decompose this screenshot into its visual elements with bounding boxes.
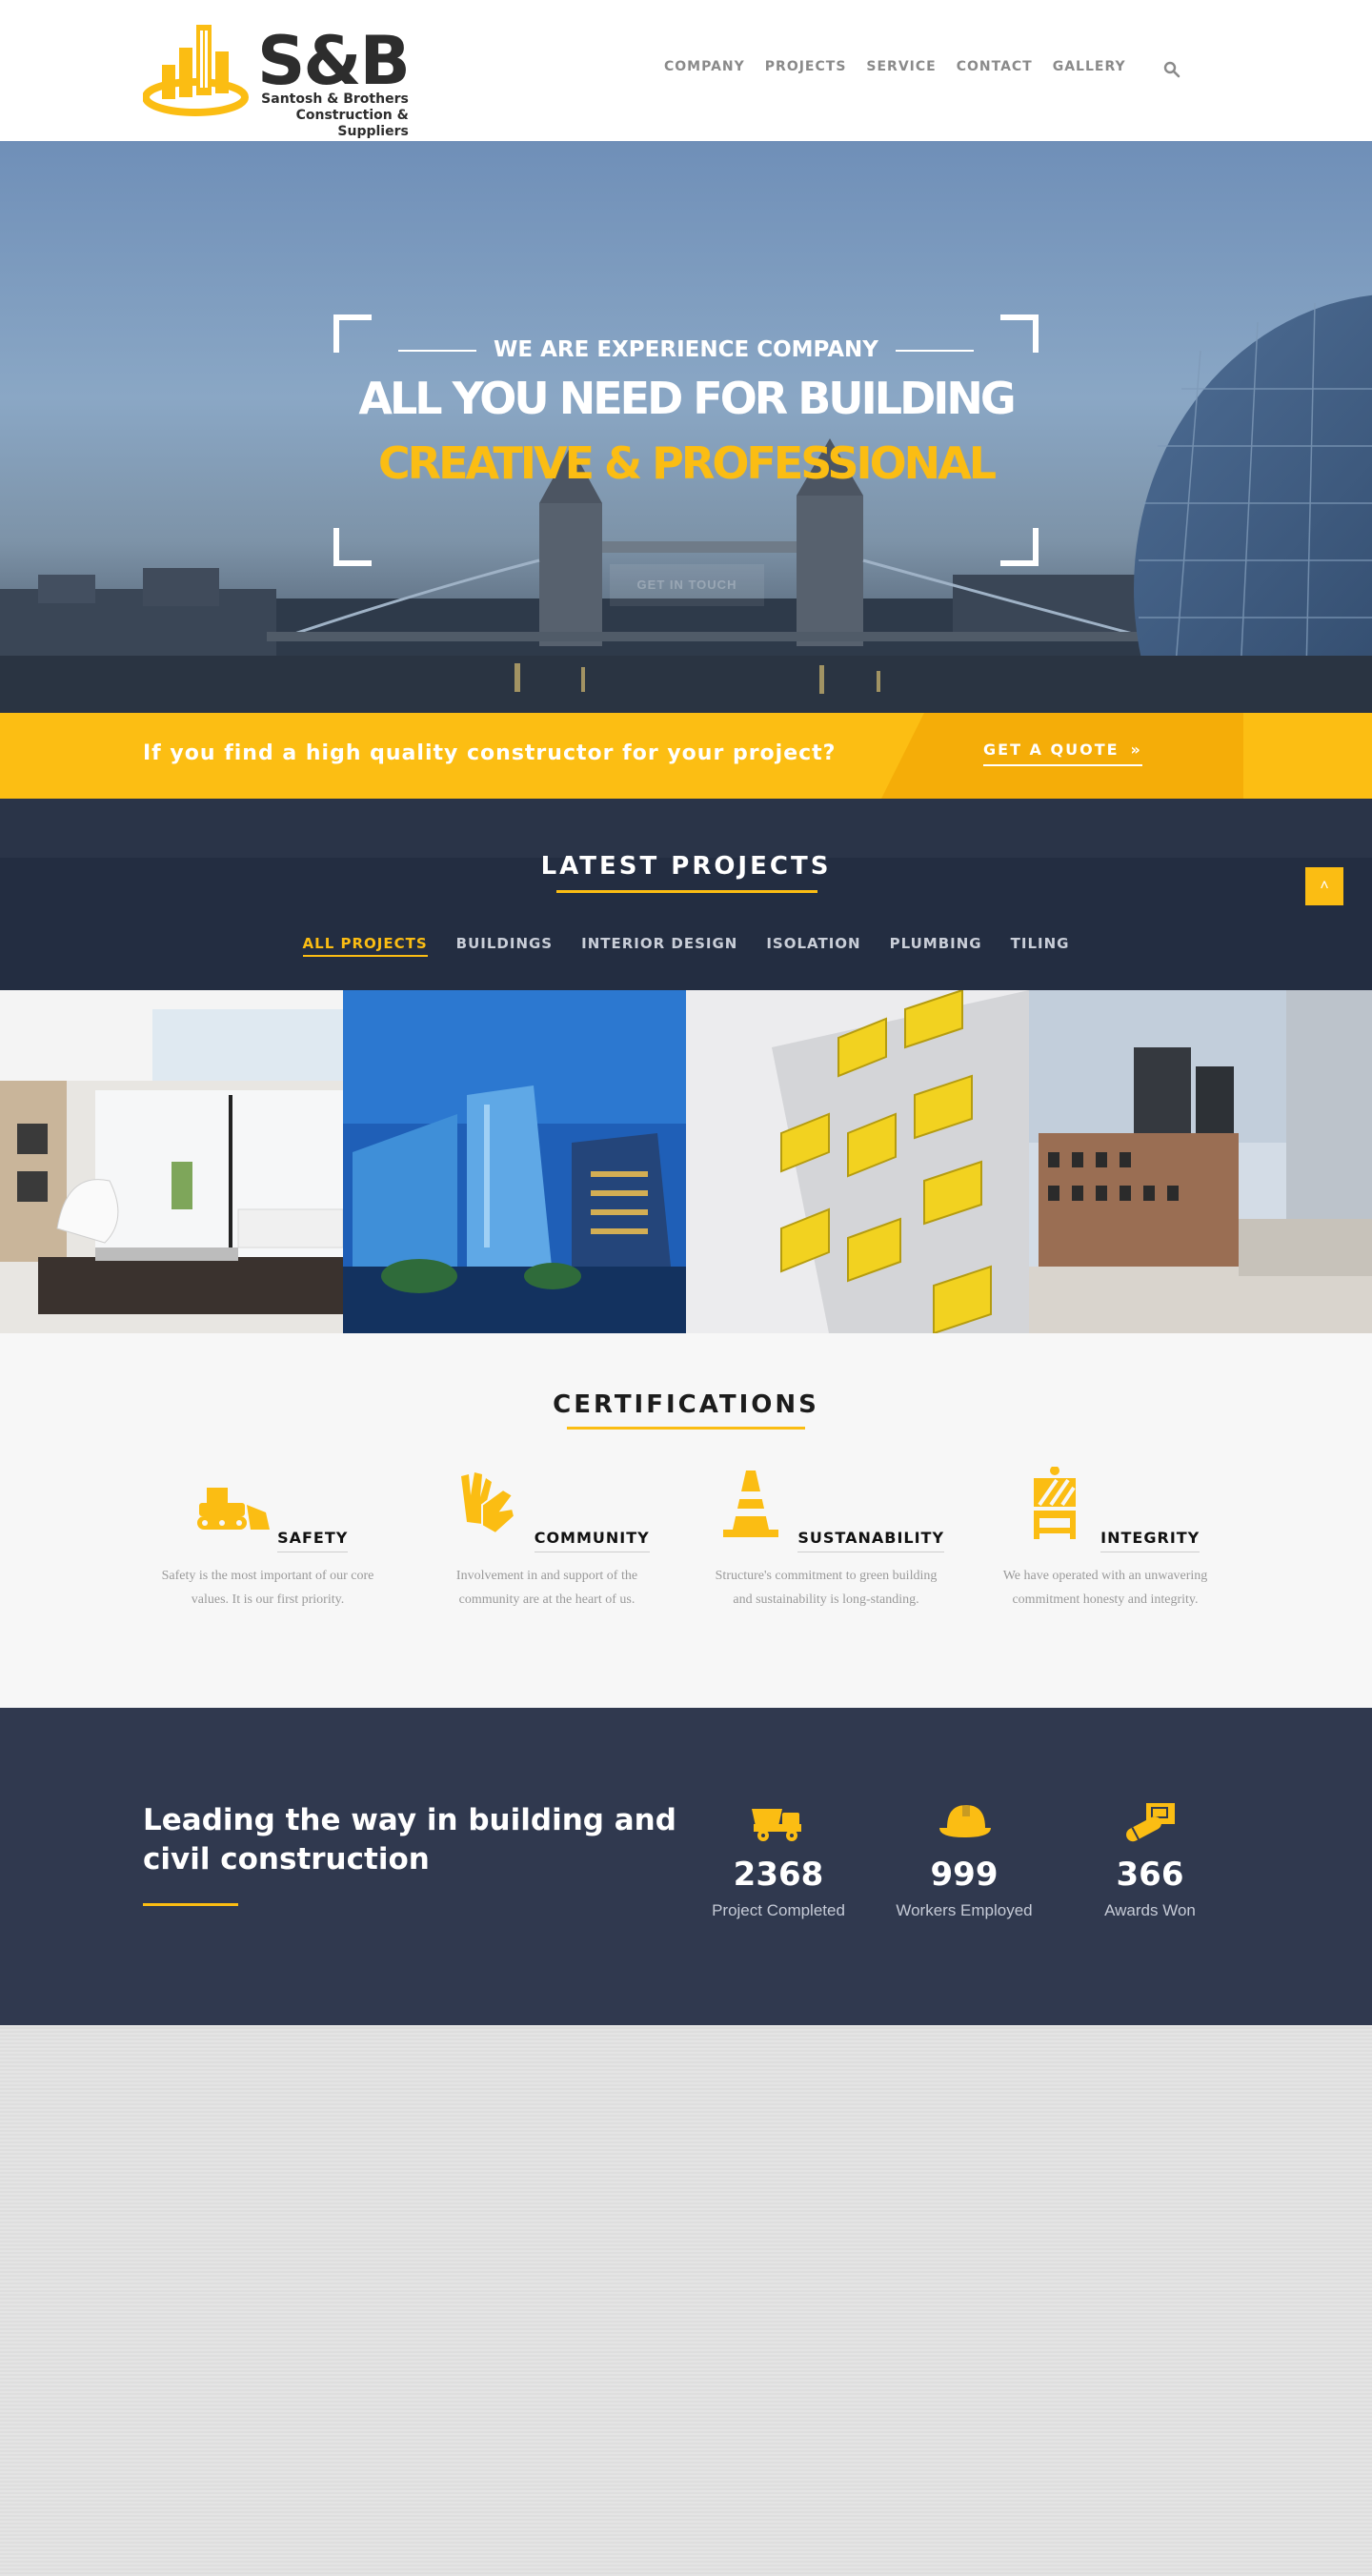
cert-community: COMMUNITY Involvement in and support of …: [418, 1467, 676, 1612]
frame-corner-br: [1000, 528, 1039, 566]
hero-subtitle: CREATIVE & PROFESSIONAL: [377, 437, 997, 489]
stat-awards-value: 366: [1116, 1856, 1184, 1894]
cert-integrity-name: INTEGRITY: [1100, 1529, 1200, 1552]
stat-projects: 2368 Project Completed: [685, 1799, 872, 1920]
stats-heading-underline: [143, 1903, 238, 1906]
stat-projects-label: Project Completed: [712, 1901, 845, 1919]
brand-name: S&B: [257, 22, 411, 100]
cert-safety-name: SAFETY: [277, 1529, 349, 1552]
filter-tiling[interactable]: TILING: [1011, 935, 1070, 957]
latest-projects-title: LATEST PROJECTS: [540, 852, 832, 881]
nav-service[interactable]: SERVICE: [866, 59, 936, 74]
project-tile-yellow-balconies[interactable]: [686, 990, 1029, 1333]
cert-sustanability-name: SUSTANABILITY: [797, 1529, 945, 1552]
project-tile-glass-buildings[interactable]: [343, 990, 686, 1333]
eyebrow-line-left: [398, 349, 477, 352]
quote-text: If you find a high quality constructor f…: [143, 741, 837, 765]
gloves-icon: [461, 1472, 516, 1535]
nav-projects[interactable]: PROJECTS: [765, 59, 847, 74]
cert-sustanability-desc: Structure's commitment to green building…: [715, 1569, 938, 1607]
projects-title-underline: [556, 890, 817, 893]
brand-line-1: Santosh & Brothers: [261, 91, 409, 107]
road-barrier-icon: [1033, 1466, 1076, 1539]
cert-safety: SAFETY Safety is the most important of o…: [139, 1467, 396, 1612]
filter-isolation[interactable]: ISOLATION: [766, 935, 860, 957]
filter-all-projects[interactable]: ALL PROJECTS: [302, 935, 428, 957]
cert-safety-desc: Safety is the most important of our core…: [161, 1569, 374, 1607]
project-gallery: [0, 990, 1372, 1333]
latest-projects-section: LATEST PROJECTS ALL PROJECTS BUILDINGS I…: [0, 799, 1372, 990]
stats-heading: Leading the way in building and civil co…: [143, 1803, 676, 1876]
filter-plumbing[interactable]: PLUMBING: [890, 935, 982, 957]
cert-integrity: INTEGRITY We have operated with an unwav…: [977, 1466, 1234, 1612]
hero-frame: WE ARE EXPERIENCE COMPANY ALL YOU NEED F…: [333, 314, 1039, 606]
eyebrow-line-right: [895, 349, 974, 352]
hero-banner: WE ARE EXPERIENCE COMPANY ALL YOU NEED F…: [0, 141, 1372, 713]
site-header: S&B Santosh & Brothers Construction & Su…: [0, 0, 1372, 141]
nav-company[interactable]: COMPANY: [664, 59, 745, 74]
stat-projects-value: 2368: [733, 1856, 824, 1894]
bulldozer-icon: [196, 1488, 270, 1530]
stat-workers: 999 Workers Employed: [871, 1799, 1058, 1920]
brand-line-2: Construction & Suppliers: [295, 108, 409, 139]
logo-buildings-icon: [142, 25, 249, 116]
main-nav: COMPANY PROJECTS SERVICE CONTACT GALLERY: [664, 59, 1126, 74]
brand-logo[interactable]: S&B Santosh & Brothers Construction & Su…: [142, 17, 411, 139]
cert-integrity-desc: We have operated with an unwavering comm…: [1002, 1569, 1208, 1607]
certifications-title: CERTIFICATIONS: [553, 1390, 819, 1419]
get-a-quote-label: GET A QUOTE: [983, 740, 1120, 759]
nav-contact[interactable]: CONTACT: [957, 59, 1033, 74]
nav-gallery[interactable]: GALLERY: [1053, 59, 1126, 74]
certifications-section: CERTIFICATIONS SAFETY Safety is the most…: [0, 1333, 1372, 1708]
cert-sustanability: SUSTANABILITY Structure's commitment to …: [697, 1467, 955, 1612]
certifications-title-underline: [567, 1427, 805, 1430]
project-filters: ALL PROJECTS BUILDINGS INTERIOR DESIGN I…: [0, 935, 1372, 957]
hero-eyebrow: WE ARE EXPERIENCE COMPANY: [333, 337, 1039, 362]
get-a-quote-button[interactable]: GET A QUOTE »: [983, 740, 1142, 766]
interior-image: [0, 990, 343, 1333]
filter-buildings[interactable]: BUILDINGS: [456, 935, 553, 957]
get-in-touch-button[interactable]: GET IN TOUCH: [610, 564, 764, 606]
hero-title: ALL YOU NEED FOR BUILDING: [358, 373, 1016, 424]
yellow-balconies-image: [686, 990, 1029, 1333]
filter-interior-design[interactable]: INTERIOR DESIGN: [581, 935, 737, 957]
stats-section: Leading the way in building and civil co…: [0, 1708, 1372, 2025]
glass-buildings-image: [343, 990, 686, 1333]
footer-texture: [0, 2025, 1372, 2576]
cert-community-name: COMMUNITY: [534, 1529, 650, 1552]
stat-awards-label: Awards Won: [1104, 1901, 1196, 1919]
stat-workers-value: 999: [930, 1856, 999, 1894]
dump-truck-icon: [752, 1809, 801, 1841]
project-tile-city-towers[interactable]: [1029, 990, 1372, 1333]
quote-band: If you find a high quality constructor f…: [0, 713, 1372, 799]
cert-community-desc: Involvement in and support of the commun…: [455, 1569, 638, 1607]
project-tile-interior[interactable]: [0, 990, 343, 1333]
scroll-to-top-button[interactable]: ˄: [1305, 867, 1343, 905]
hard-hat-icon: [939, 1803, 991, 1837]
blueprint-icon: [1126, 1803, 1175, 1842]
search-icon[interactable]: [1163, 61, 1180, 78]
chevron-up-icon: ˄: [1320, 878, 1329, 894]
double-chevron-right-icon: »: [1130, 740, 1142, 759]
stat-awards: 366 Awards Won: [1057, 1799, 1243, 1920]
projects-top-band: [0, 799, 1372, 858]
frame-corner-bl: [333, 528, 372, 566]
traffic-cone-icon: [722, 1471, 778, 1537]
city-towers-image: [1029, 990, 1372, 1333]
hero-eyebrow-text: WE ARE EXPERIENCE COMPANY: [494, 337, 878, 362]
stat-workers-label: Workers Employed: [896, 1901, 1033, 1919]
